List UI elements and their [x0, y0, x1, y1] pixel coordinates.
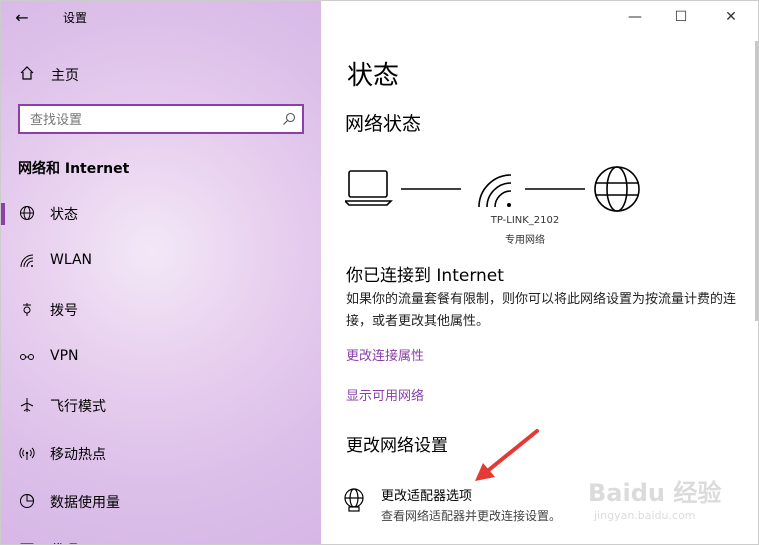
sidebar-item-airplane[interactable]: 飞行模式 — [1, 385, 321, 425]
minimize-button[interactable]: — — [612, 1, 658, 33]
wifi-icon — [20, 254, 34, 268]
adapter-option-description: 查看网络适配器并更改连接设置。 — [381, 509, 562, 523]
active-indicator — [1, 203, 5, 225]
change-connection-properties-link[interactable]: 更改连接属性 — [346, 345, 424, 364]
scrollbar[interactable] — [755, 41, 758, 321]
change-network-settings-title: 更改网络设置 — [346, 436, 448, 456]
sidebar-item-label: 数据使用量 — [50, 495, 120, 511]
globe-icon — [20, 206, 34, 220]
adapter-globe-icon — [344, 488, 364, 512]
titlebar-left: ← 设置 — [1, 1, 321, 35]
sidebar-item-label: 拨号 — [50, 303, 78, 319]
data-usage-icon — [20, 493, 35, 508]
network-type: 专用网络 — [505, 235, 545, 246]
adapter-option-title: 更改适配器选项 — [381, 489, 473, 504]
sidebar-item-label: 主页 — [51, 68, 79, 84]
back-button[interactable]: ← — [11, 7, 33, 29]
home-icon — [20, 66, 34, 80]
section-title: 网络和 Internet — [18, 161, 130, 177]
sidebar-item-label: 代理 — [50, 540, 78, 544]
sidebar-item-home[interactable]: 主页 — [1, 59, 321, 91]
main-content: — ☐ ✕ 状态 网络状态 TP-LINK_2102 专用网络 你已连接到 In… — [321, 1, 758, 544]
annotation-arrow-icon — [475, 429, 539, 481]
show-available-networks-link[interactable]: 显示可用网络 — [346, 385, 424, 404]
vpn-icon — [20, 354, 34, 360]
proxy-icon — [20, 543, 34, 544]
airplane-icon — [20, 398, 34, 412]
dialup-icon — [23, 303, 31, 316]
wifi-signal-icon — [478, 174, 512, 208]
sidebar-item-data-usage[interactable]: 数据使用量 — [1, 481, 321, 521]
sidebar-item-label: 移动热点 — [50, 447, 106, 463]
sidebar-item-vpn[interactable]: VPN — [1, 337, 321, 377]
watermark-brand: Baidu 经验 — [588, 479, 722, 507]
network-diagram-graphic — [343, 166, 640, 212]
baidu-jingyan-watermark: Baidu 经验 jingyan.baidu.com — [580, 471, 730, 531]
sidebar-item-proxy[interactable]: 代理 — [1, 529, 321, 544]
sidebar-item-label: 状态 — [50, 207, 78, 223]
sidebar-item-dialup[interactable]: 拨号 — [1, 289, 321, 329]
network-ssid: TP-LINK_2102 — [490, 215, 560, 226]
sidebar-item-label: WLAN — [50, 252, 93, 268]
sidebar-item-hotspot[interactable]: 移动热点 — [1, 433, 321, 473]
connected-title: 你已连接到 Internet — [346, 266, 504, 286]
app-title: 设置 — [63, 11, 88, 25]
maximize-button[interactable]: ☐ — [658, 1, 704, 33]
sidebar-item-status[interactable]: 状态 — [1, 193, 321, 233]
page-title: 状态 — [347, 61, 400, 91]
sidebar-item-label: 飞行模式 — [50, 399, 106, 415]
network-status-title: 网络状态 — [345, 113, 422, 135]
network-diagram: TP-LINK_2102 专用网络 — [343, 161, 645, 251]
internet-globe-icon — [594, 166, 640, 212]
watermark-url: jingyan.baidu.com — [594, 509, 696, 522]
laptop-icon — [343, 170, 393, 206]
hotspot-icon — [19, 447, 35, 460]
sidebar-item-wlan[interactable]: WLAN — [1, 241, 321, 281]
search-input[interactable] — [28, 110, 272, 130]
sidebar-item-label: VPN — [50, 348, 79, 364]
close-button[interactable]: ✕ — [708, 1, 754, 33]
search-box[interactable] — [18, 104, 304, 134]
search-icon[interactable] — [282, 112, 296, 126]
connected-description: 如果你的流量套餐有限制，则你可以将此网络设置为按流量计费的连接，或者更改其他属性… — [346, 292, 737, 329]
sidebar: ← 设置 主页 网络和 Internet 状态 — [1, 1, 321, 544]
window-controls: — ☐ ✕ — [610, 1, 758, 33]
settings-window: ← 设置 主页 网络和 Internet 状态 — [0, 0, 759, 545]
